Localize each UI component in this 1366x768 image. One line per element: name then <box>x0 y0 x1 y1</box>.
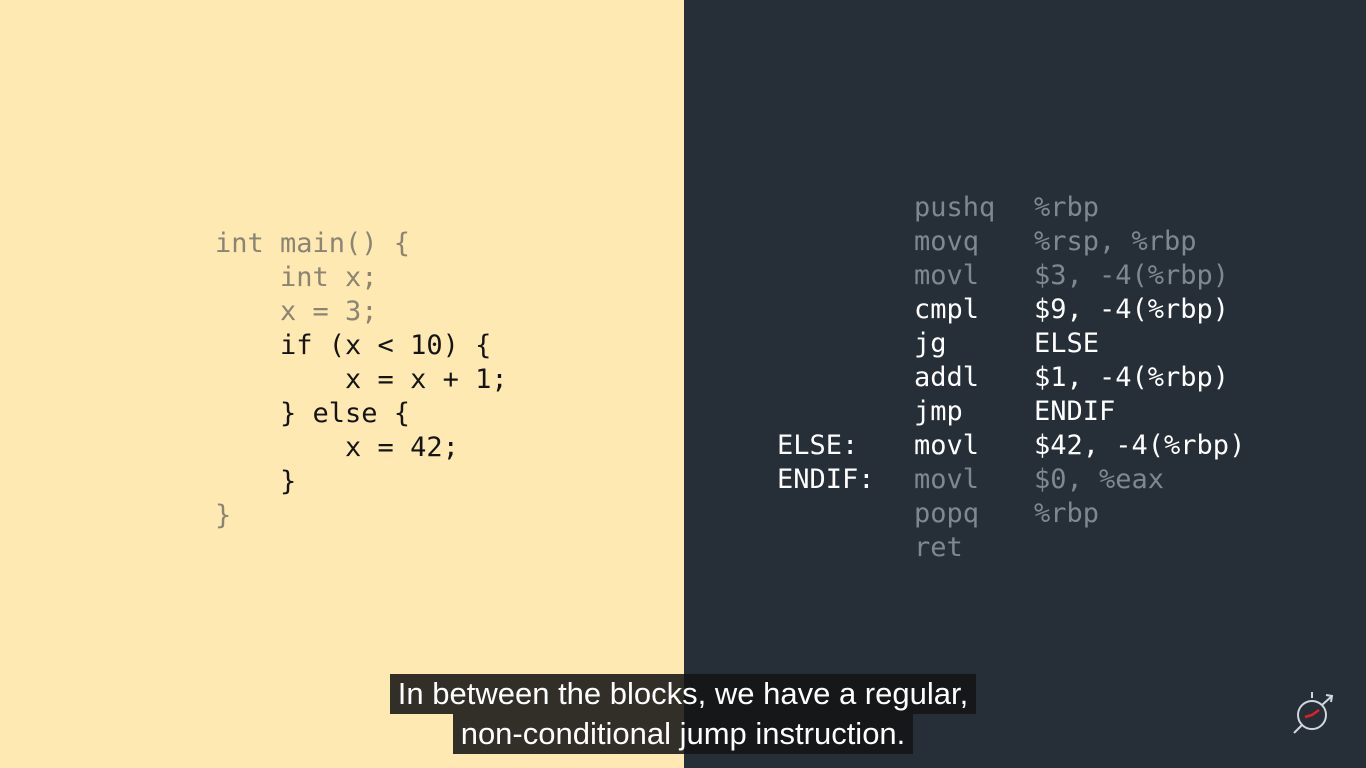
asm-label <box>777 327 914 361</box>
code-line: x = x + 1; <box>215 364 508 395</box>
asm-label <box>777 191 914 225</box>
asm-label <box>777 395 914 429</box>
subtitle-caption: In between the blocks, we have a regular… <box>0 674 1366 754</box>
asm-opcode: cmpl <box>914 294 980 325</box>
asm-opcode: popq <box>914 498 980 529</box>
asm-label: ELSE: <box>777 430 859 461</box>
asm-operands: %rbp <box>1034 498 1100 529</box>
asm-label <box>777 225 914 259</box>
asm-row: movl $3, -4(%rbp) <box>777 259 1245 293</box>
asm-opcode: jmp <box>914 396 963 427</box>
asm-label <box>777 259 914 293</box>
asm-operands: $1, -4(%rbp) <box>1034 362 1230 393</box>
asm-row: ENDIF: movl $0, %eax <box>777 463 1245 497</box>
code-line: x = 3; <box>215 296 378 327</box>
c-source-code: int main() { int x; x = 3; if (x < 10) {… <box>215 227 508 533</box>
asm-operands: $42, -4(%rbp) <box>1034 430 1246 461</box>
asm-opcode: movl <box>914 260 980 291</box>
asm-operands: $3, -4(%rbp) <box>1034 260 1230 291</box>
asm-row: popq %rbp <box>777 497 1245 531</box>
asm-opcode: addl <box>914 362 980 393</box>
code-line: int x; <box>215 262 378 293</box>
asm-label <box>777 531 914 565</box>
asm-opcode: jg <box>914 328 947 359</box>
asm-row: ret <box>777 531 1245 565</box>
asm-label <box>777 497 914 531</box>
code-line: } <box>215 500 232 531</box>
compass-logo-icon <box>1293 692 1334 734</box>
asm-row: jmp ENDIF <box>777 395 1245 429</box>
asm-row: cmpl $9, -4(%rbp) <box>777 293 1245 327</box>
asm-row: pushq %rbp <box>777 191 1245 225</box>
asm-operands: %rsp, %rbp <box>1034 226 1197 257</box>
asm-row: jg ELSE <box>777 327 1245 361</box>
code-line: } else { <box>215 398 411 429</box>
asm-row: addl $1, -4(%rbp) <box>777 361 1245 395</box>
asm-operands: $0, %eax <box>1034 464 1165 495</box>
subtitle-line-2: non-conditional jump instruction. <box>452 714 914 754</box>
asm-operands: %rbp <box>1034 192 1100 223</box>
asm-label: ENDIF: <box>777 464 875 495</box>
asm-label <box>777 361 914 395</box>
asm-opcode: movl <box>914 430 980 461</box>
asm-label <box>777 293 914 327</box>
code-line: x = 42; <box>215 432 459 463</box>
asm-operands: $9, -4(%rbp) <box>1034 294 1230 325</box>
asm-opcode: movl <box>914 464 980 495</box>
asm-operands: ENDIF <box>1034 396 1116 427</box>
asm-row: ELSE: movl $42, -4(%rbp) <box>777 429 1245 463</box>
asm-row: movq %rsp, %rbp <box>777 225 1245 259</box>
code-line: if (x < 10) { <box>215 330 492 361</box>
subtitle-line-1: In between the blocks, we have a regular… <box>389 674 977 714</box>
assembly-listing: pushq %rbp movq %rsp, %rbp movl $3, -4(%rbp) c… <box>777 191 1245 565</box>
asm-operands: ELSE <box>1034 328 1100 359</box>
asm-opcode: movq <box>914 226 980 257</box>
code-line: } <box>215 466 297 497</box>
asm-opcode: ret <box>914 532 963 563</box>
code-line: int main() { <box>215 228 411 259</box>
asm-opcode: pushq <box>914 192 996 223</box>
